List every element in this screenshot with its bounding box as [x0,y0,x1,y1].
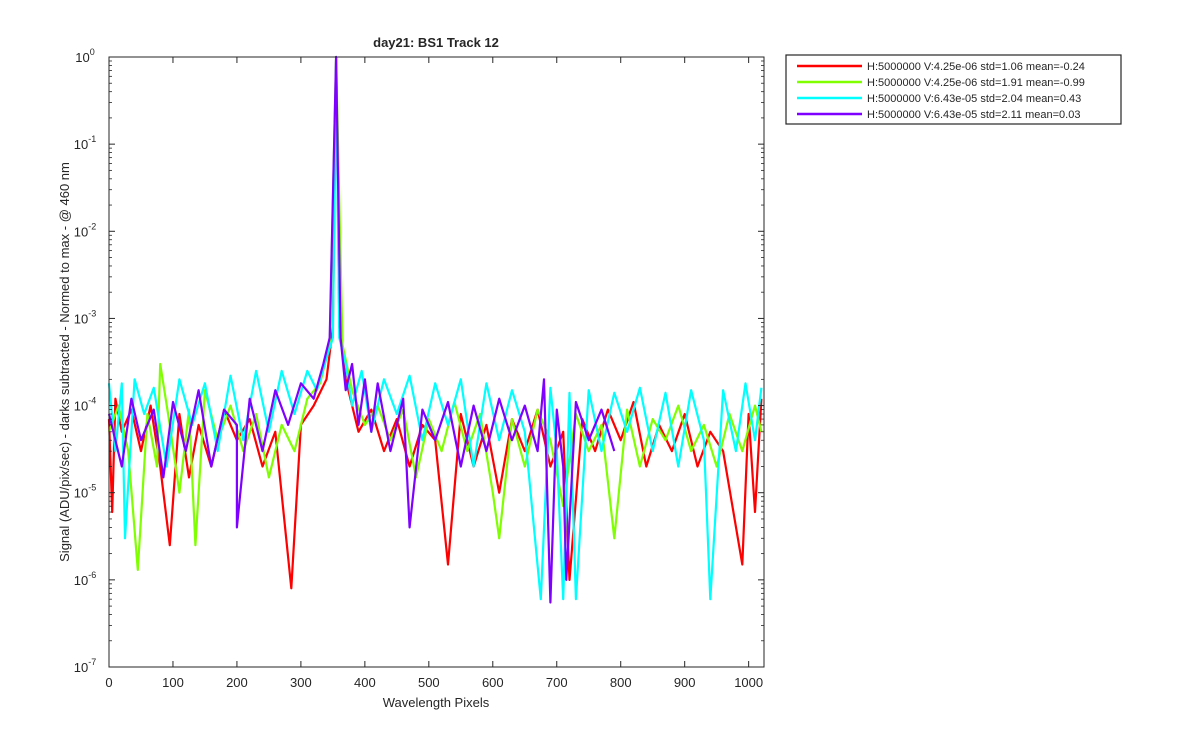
x-tick-label: 400 [354,675,376,690]
y-axis-label: Signal (ADU/pix/sec) - darks subtracted … [57,162,72,562]
plot-area [107,55,765,668]
legend-label: H:5000000 V:4.25e-06 std=1.91 mean=-0.99 [867,77,1085,89]
x-axis-label: Wavelength Pixels [383,695,490,710]
chart-title: day21: BS1 Track 12 [373,35,499,50]
x-tick-label: 100 [162,675,184,690]
legend-label: H:5000000 V:6.43e-05 std=2.04 mean=0.43 [867,93,1081,105]
x-tick-label: 200 [226,675,248,690]
x-tick-label: 800 [610,675,632,690]
x-tick-label: 300 [290,675,312,690]
x-tick-label: 0 [105,675,112,690]
legend: H:5000000 V:4.25e-06 std=1.06 mean=-0.24… [785,54,1122,125]
legend-label: H:5000000 V:6.43e-05 std=2.11 mean=0.03 [867,109,1080,121]
plot-background [109,57,764,667]
x-tick-label: 900 [674,675,696,690]
chart-figure: day21: BS1 Track 12 0 100 200 300 400 500 600 7… [0,0,1200,750]
x-tick-label: 600 [482,675,504,690]
x-tick-label: 1000 [734,675,763,690]
x-tick-label: 500 [418,675,440,690]
legend-label: H:5000000 V:4.25e-06 std=1.06 mean=-0.24 [867,61,1085,73]
x-tick-label: 700 [546,675,568,690]
